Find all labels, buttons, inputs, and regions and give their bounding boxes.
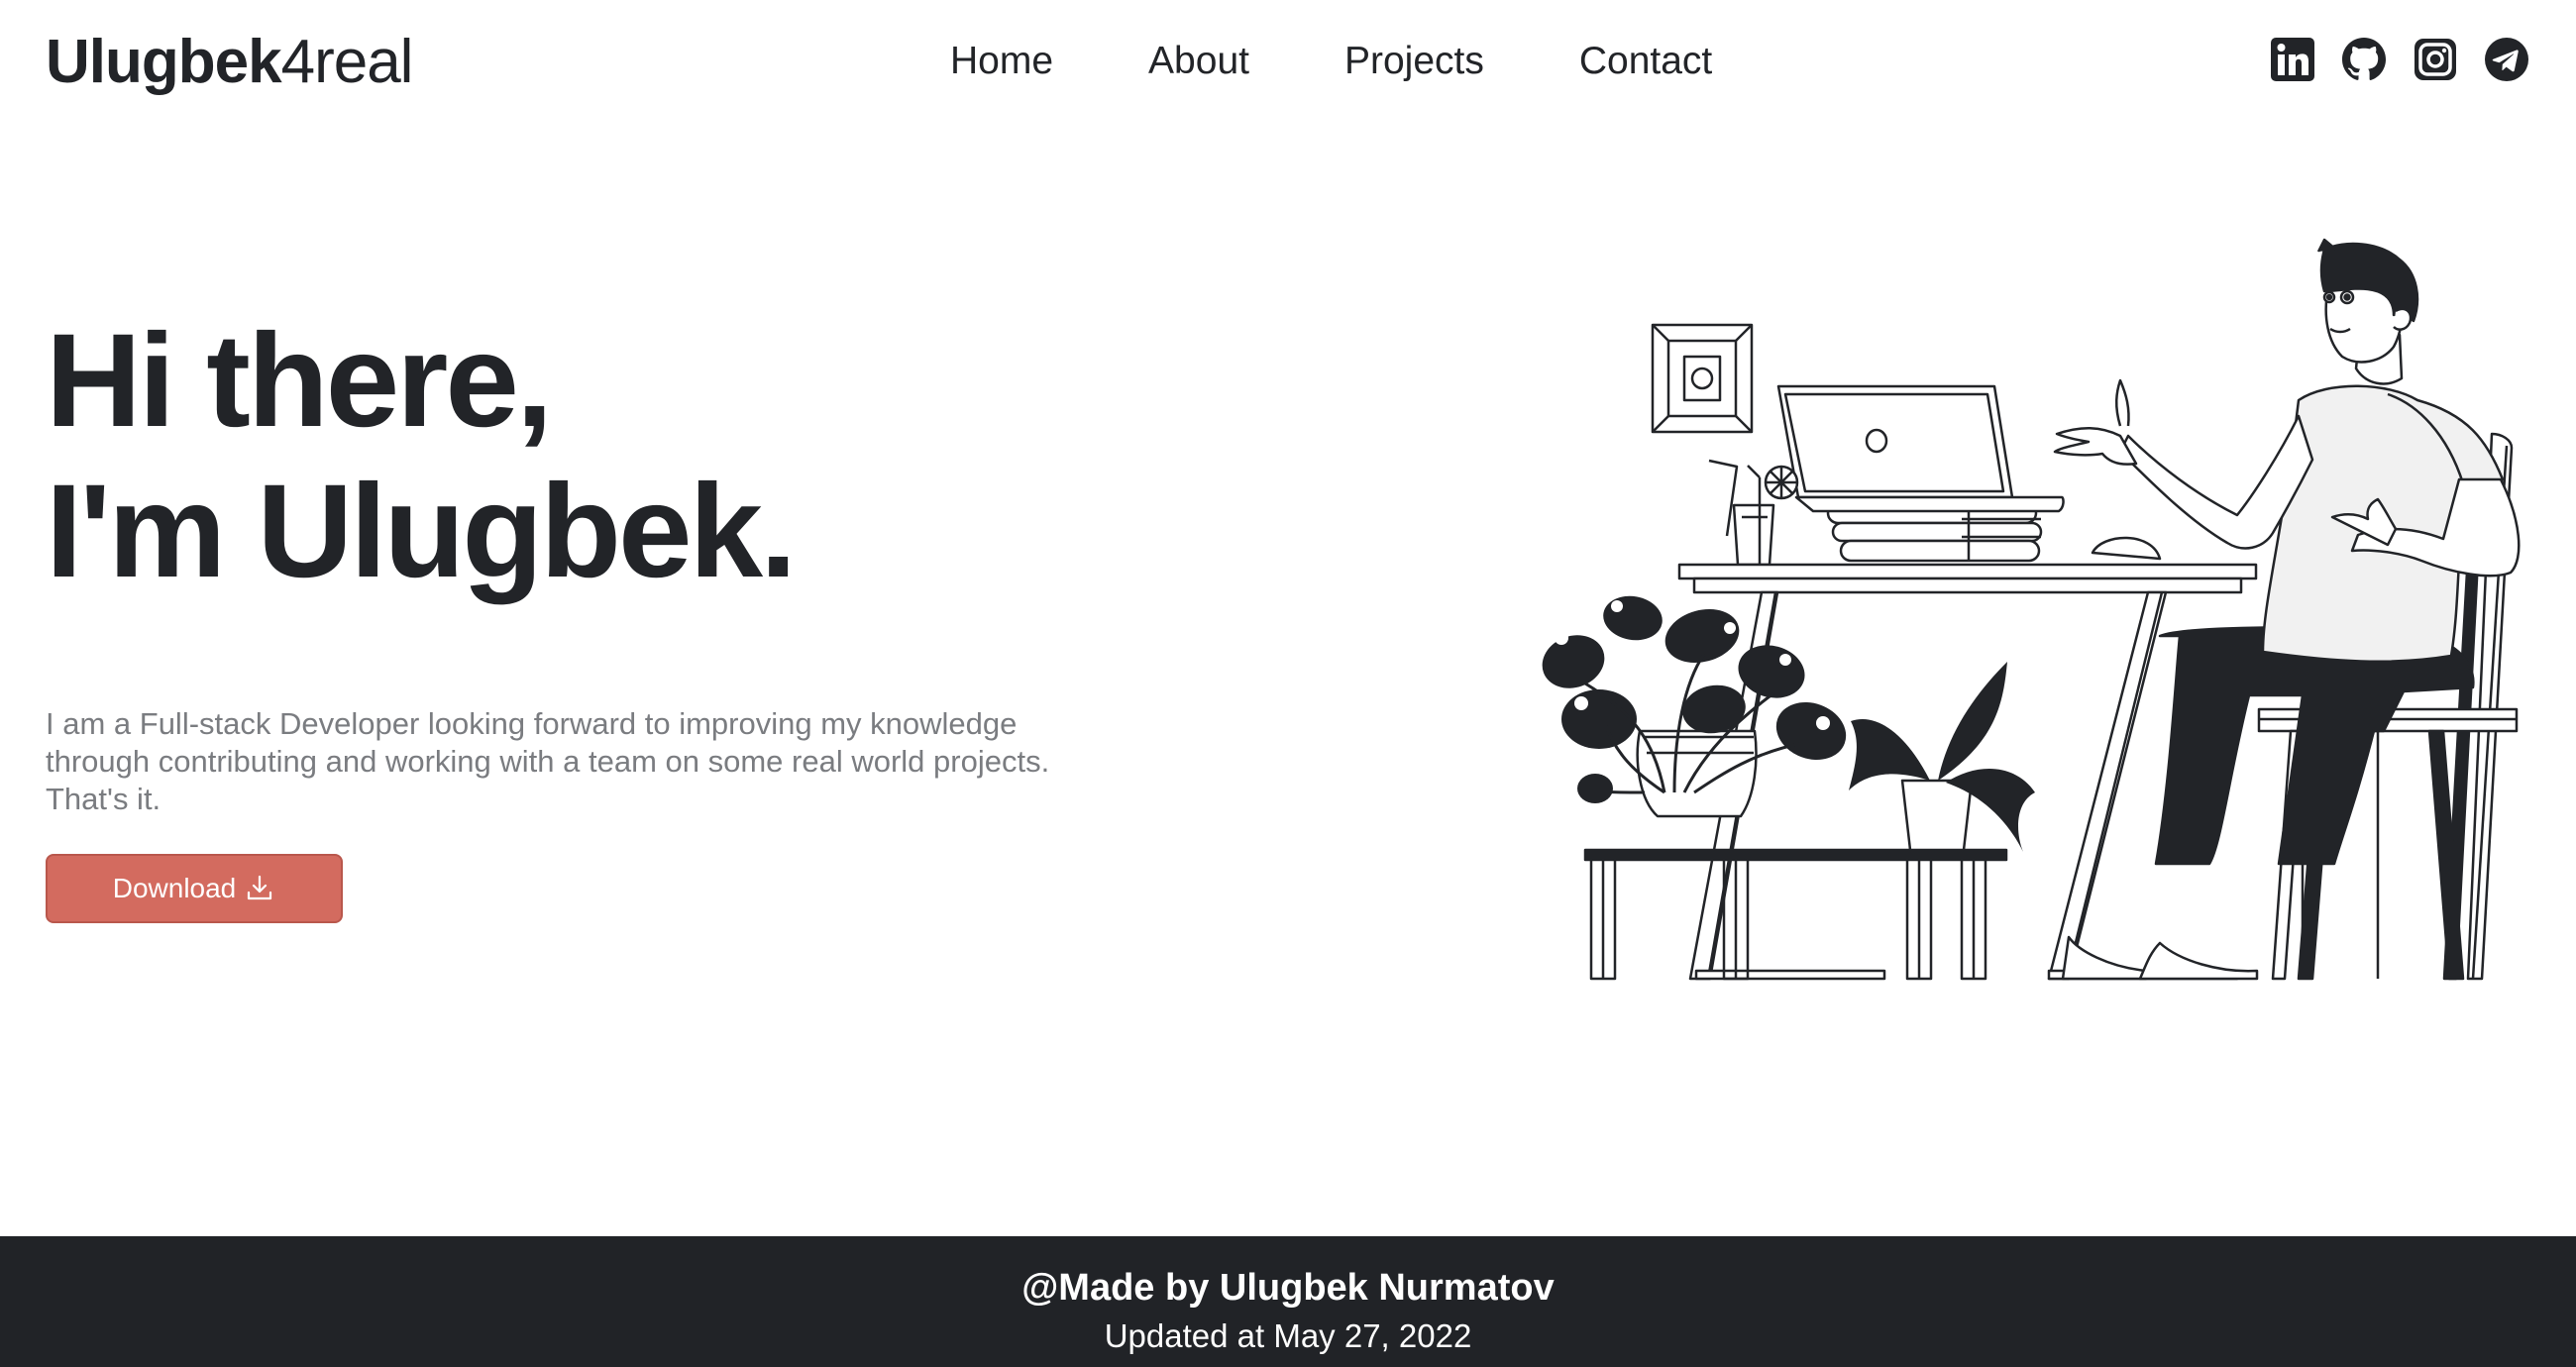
hero-greeting-line2: I'm Ulugbek. bbox=[46, 458, 797, 605]
person-at-desk-illustration bbox=[1542, 238, 2521, 981]
site-footer: @Made by Ulugbek Nurmatov Updated at May… bbox=[0, 1236, 2576, 1367]
footer-updated: Updated at May 27, 2022 bbox=[1104, 1317, 1472, 1354]
download-button-label: Download bbox=[112, 873, 237, 903]
hero-greeting-line1: Hi there, bbox=[46, 307, 553, 455]
social-links bbox=[2269, 36, 2530, 83]
github-icon[interactable] bbox=[2340, 36, 2388, 83]
nav-projects[interactable]: Projects bbox=[1344, 36, 1484, 87]
nav-about[interactable]: About bbox=[1148, 36, 1249, 87]
main-nav: Home About Projects Contact bbox=[950, 36, 1712, 87]
telegram-icon[interactable] bbox=[2483, 36, 2530, 83]
hero-description: I am a Full-stack Developer looking forw… bbox=[46, 706, 1050, 816]
linkedin-icon[interactable] bbox=[2269, 36, 2316, 83]
nav-contact[interactable]: Contact bbox=[1579, 36, 1712, 87]
instagram-icon[interactable] bbox=[2412, 36, 2459, 83]
footer-made-by: @Made by Ulugbek Nurmatov bbox=[1021, 1267, 1555, 1309]
site-logo[interactable]: Ulugbek4real bbox=[46, 26, 414, 99]
logo-bold-text: Ulugbek bbox=[46, 28, 282, 96]
download-icon bbox=[248, 875, 272, 900]
download-button[interactable]: Download bbox=[46, 854, 343, 923]
logo-light-text: 4real bbox=[280, 28, 414, 96]
nav-home[interactable]: Home bbox=[950, 36, 1053, 87]
